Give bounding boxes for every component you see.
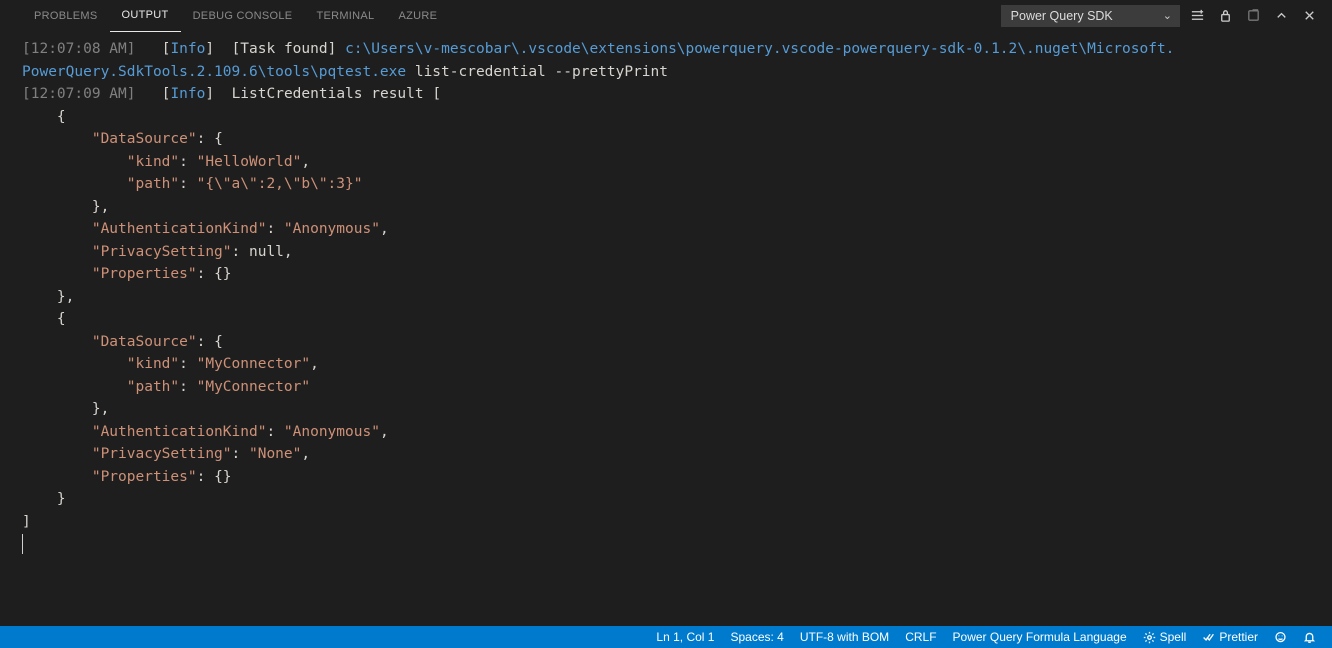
chevron-up-icon[interactable]	[1270, 5, 1292, 27]
json-text: "HelloWorld"	[197, 154, 302, 170]
json-text: :	[266, 221, 283, 237]
json-text: "PrivacySetting"	[22, 244, 232, 260]
json-text: "DataSource"	[22, 131, 197, 147]
json-text: ,	[284, 244, 293, 260]
json-text: "MyConnector"	[197, 379, 311, 395]
status-spell-label: Spell	[1160, 630, 1187, 644]
json-text: ,	[380, 424, 389, 440]
status-spaces[interactable]: Spaces: 4	[722, 626, 791, 648]
json-text: "Properties"	[22, 266, 197, 282]
clear-output-icon[interactable]	[1242, 5, 1264, 27]
json-text: "Properties"	[22, 469, 197, 485]
tab-output[interactable]: OUTPUT	[110, 0, 181, 32]
tab-problems[interactable]: PROBLEMS	[22, 0, 110, 32]
log-level: Info	[170, 41, 205, 57]
status-prettier-label: Prettier	[1219, 630, 1258, 644]
status-feedback[interactable]	[1266, 626, 1295, 648]
json-text: "DataSource"	[22, 334, 197, 350]
json-text: :	[179, 379, 196, 395]
json-text: :	[232, 446, 249, 462]
rbracket: ]	[205, 41, 214, 57]
tab-azure[interactable]: AZURE	[386, 0, 449, 32]
output-channel-dropdown[interactable]: Power Query SDK ⌄	[1001, 5, 1180, 27]
json-text: "None"	[249, 446, 301, 462]
status-eol[interactable]: CRLF	[897, 626, 944, 648]
chevron-down-icon: ⌄	[1163, 9, 1172, 22]
tab-terminal[interactable]: TERMINAL	[304, 0, 386, 32]
log-task: Task found	[240, 41, 327, 57]
text-cursor	[22, 534, 23, 554]
status-spell[interactable]: Spell	[1135, 626, 1195, 648]
json-text: "MyConnector"	[197, 356, 311, 372]
json-text: "Anonymous"	[284, 221, 380, 237]
bell-icon	[1303, 631, 1316, 644]
json-text: :	[179, 356, 196, 372]
gear-icon	[1143, 631, 1156, 644]
task-rbracket: ]	[328, 41, 337, 57]
json-text: : {}	[197, 266, 232, 282]
json-text: null	[249, 244, 284, 260]
json-text: "path"	[22, 379, 179, 395]
json-text: : {	[197, 334, 223, 350]
json-text: "kind"	[22, 154, 179, 170]
log-timestamp: [12:07:09 AM]	[22, 86, 136, 102]
task-lbracket: [	[232, 41, 241, 57]
lock-icon[interactable]	[1214, 5, 1236, 27]
filter-icon[interactable]	[1186, 5, 1208, 27]
rbracket: ]	[205, 86, 214, 102]
json-text: }	[22, 491, 66, 507]
json-text: :	[179, 154, 196, 170]
status-notifications[interactable]	[1295, 626, 1324, 648]
json-text: },	[22, 289, 74, 305]
status-encoding[interactable]: UTF-8 with BOM	[792, 626, 897, 648]
status-prettier[interactable]: Prettier	[1194, 626, 1266, 648]
status-bar: Ln 1, Col 1 Spaces: 4 UTF-8 with BOM CRL…	[0, 626, 1332, 648]
json-text: : {	[197, 131, 223, 147]
json-text: "Anonymous"	[284, 424, 380, 440]
status-ln-col[interactable]: Ln 1, Col 1	[648, 626, 722, 648]
log-path: c:\Users\v-mescobar\.vscode\extensions\p…	[345, 41, 1174, 57]
json-text: },	[22, 401, 109, 417]
json-text: :	[179, 176, 196, 192]
json-text: :	[232, 244, 249, 260]
panel-toolbar: Power Query SDK ⌄	[1001, 5, 1332, 27]
output-body[interactable]: [12:07:08 AM] [Info] [Task found] c:\Use…	[0, 32, 1332, 556]
json-text: "path"	[22, 176, 179, 192]
json-text: },	[22, 199, 109, 215]
json-text: "AuthenticationKind"	[22, 221, 266, 237]
output-channel-label: Power Query SDK	[1011, 9, 1113, 23]
json-text: ,	[301, 446, 310, 462]
log-cmd: list-credential --prettyPrint	[406, 64, 668, 80]
json-text: {	[22, 109, 66, 125]
json-text: :	[266, 424, 283, 440]
json-text: ]	[22, 514, 31, 530]
log-message: ListCredentials result [	[232, 86, 442, 102]
json-text: "PrivacySetting"	[22, 446, 232, 462]
json-text: ,	[301, 154, 310, 170]
status-language[interactable]: Power Query Formula Language	[945, 626, 1135, 648]
feedback-icon	[1274, 631, 1287, 644]
log-level: Info	[170, 86, 205, 102]
close-icon[interactable]	[1298, 5, 1320, 27]
json-text: "AuthenticationKind"	[22, 424, 266, 440]
panel-tab-row: PROBLEMS OUTPUT DEBUG CONSOLE TERMINAL A…	[0, 0, 1332, 32]
json-text: ,	[310, 356, 319, 372]
json-text: ,	[380, 221, 389, 237]
json-text: "{\"a\":2,\"b\":3}"	[197, 176, 363, 192]
log-path-cont: PowerQuery.SdkTools.2.109.6\tools\pqtest…	[22, 64, 406, 80]
json-text: "kind"	[22, 356, 179, 372]
log-timestamp: [12:07:08 AM]	[22, 41, 136, 57]
json-text: : {}	[197, 469, 232, 485]
tab-debug-console[interactable]: DEBUG CONSOLE	[181, 0, 305, 32]
json-text: {	[22, 311, 66, 327]
double-check-icon	[1202, 631, 1215, 644]
